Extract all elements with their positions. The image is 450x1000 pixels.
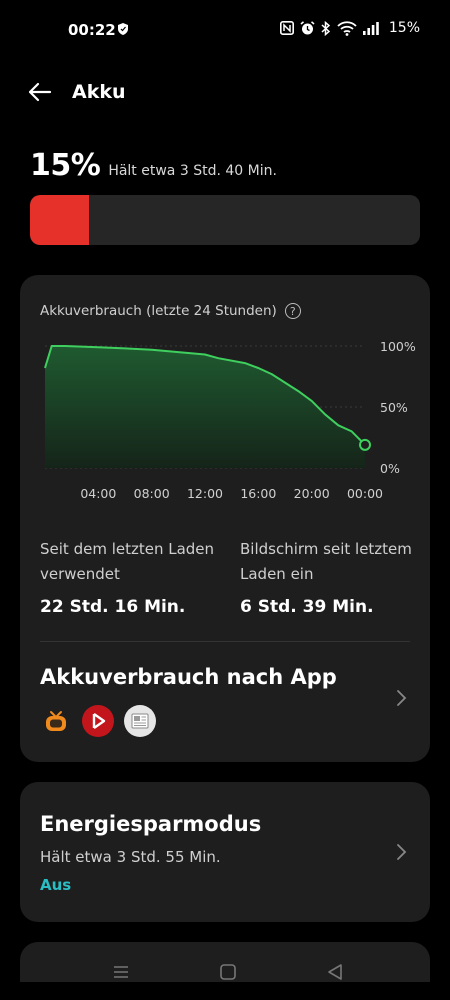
nfc-icon — [279, 21, 294, 35]
divider — [40, 641, 410, 642]
status-battery-percent: 15% — [388, 20, 420, 36]
news-app-icon — [124, 705, 156, 737]
chart-x-tick-label: 12:00 — [187, 486, 223, 501]
chart-y-tick-label: 0% — [380, 461, 400, 476]
status-time: 00:22 — [68, 21, 116, 39]
app-icon-list — [40, 705, 156, 737]
chart-x-tick-label: 00:00 — [347, 486, 383, 501]
app-usage-title: Akkuverbrauch nach App — [40, 665, 337, 689]
wifi-icon — [337, 20, 357, 36]
app-bar: Akku — [0, 74, 450, 110]
vpn-shield-icon — [118, 23, 128, 35]
energy-saving-card[interactable]: Energiesparmodus Hält etwa 3 Std. 55 Min… — [20, 782, 430, 922]
chart-x-tick-label: 04:00 — [80, 486, 116, 501]
usage-chart-title-row: Akkuverbrauch (letzte 24 Stunden) ? — [40, 303, 301, 319]
screen-on-label: Bildschirm seit letztem Laden ein — [240, 540, 412, 583]
question-circle-icon[interactable]: ? — [284, 303, 301, 319]
play-app-icon — [82, 705, 114, 737]
since-charge-stat: Seit dem letzten Laden verwendet 22 Std.… — [40, 537, 230, 617]
since-charge-label: Seit dem letzten Laden verwendet — [40, 540, 215, 583]
chevron-right-icon — [397, 844, 407, 860]
tv-app-icon — [40, 705, 72, 737]
energy-saving-status: Aus — [40, 876, 72, 894]
chart-x-tick-label: 08:00 — [134, 486, 170, 501]
page-title: Akku — [72, 81, 126, 103]
back-button[interactable] — [26, 78, 54, 106]
status-bar: 00:22 15% — [0, 0, 450, 60]
screen-on-value: 6 Std. 39 Min. — [240, 597, 374, 617]
home-icon[interactable] — [219, 963, 237, 981]
battery-estimate: Hält etwa 3 Std. 40 Min. — [108, 163, 277, 179]
chart-x-tick-label: 16:00 — [240, 486, 276, 501]
chart-x-tick-label: 20:00 — [294, 486, 330, 501]
recents-icon[interactable] — [112, 963, 130, 981]
chart-current-point — [359, 438, 371, 451]
navigation-bar — [0, 955, 450, 1000]
screen-on-stat: Bildschirm seit letztem Laden ein 6 Std.… — [240, 537, 430, 617]
energy-saving-title: Energiesparmodus — [40, 812, 262, 836]
battery-usage-card: Akkuverbrauch (letzte 24 Stunden) ? 100%… — [20, 275, 430, 762]
since-charge-value: 22 Std. 16 Min. — [40, 597, 186, 617]
battery-level-text: 15% — [30, 148, 101, 183]
battery-usage-chart[interactable]: 100% 50% 0% 04:00 08:00 12:00 16:00 20:00 00:00 — [20, 330, 430, 510]
chevron-right-icon — [397, 690, 407, 706]
chart-y-tick-label: 100% — [380, 339, 416, 354]
battery-summary: 15% Hält etwa 3 Std. 40 Min. — [30, 148, 277, 183]
bluetooth-icon — [321, 20, 331, 36]
alarm-icon — [300, 20, 315, 34]
usage-chart-title: Akkuverbrauch (letzte 24 Stunden) — [40, 303, 277, 319]
signal-icon — [362, 21, 379, 35]
back-triangle-icon[interactable] — [326, 963, 344, 981]
battery-level-bar — [30, 195, 420, 245]
battery-level-fill — [30, 195, 89, 245]
status-icons: 15% — [279, 20, 420, 36]
chart-y-tick-label: 50% — [380, 400, 408, 415]
energy-saving-estimate: Hält etwa 3 Std. 55 Min. — [40, 848, 221, 866]
